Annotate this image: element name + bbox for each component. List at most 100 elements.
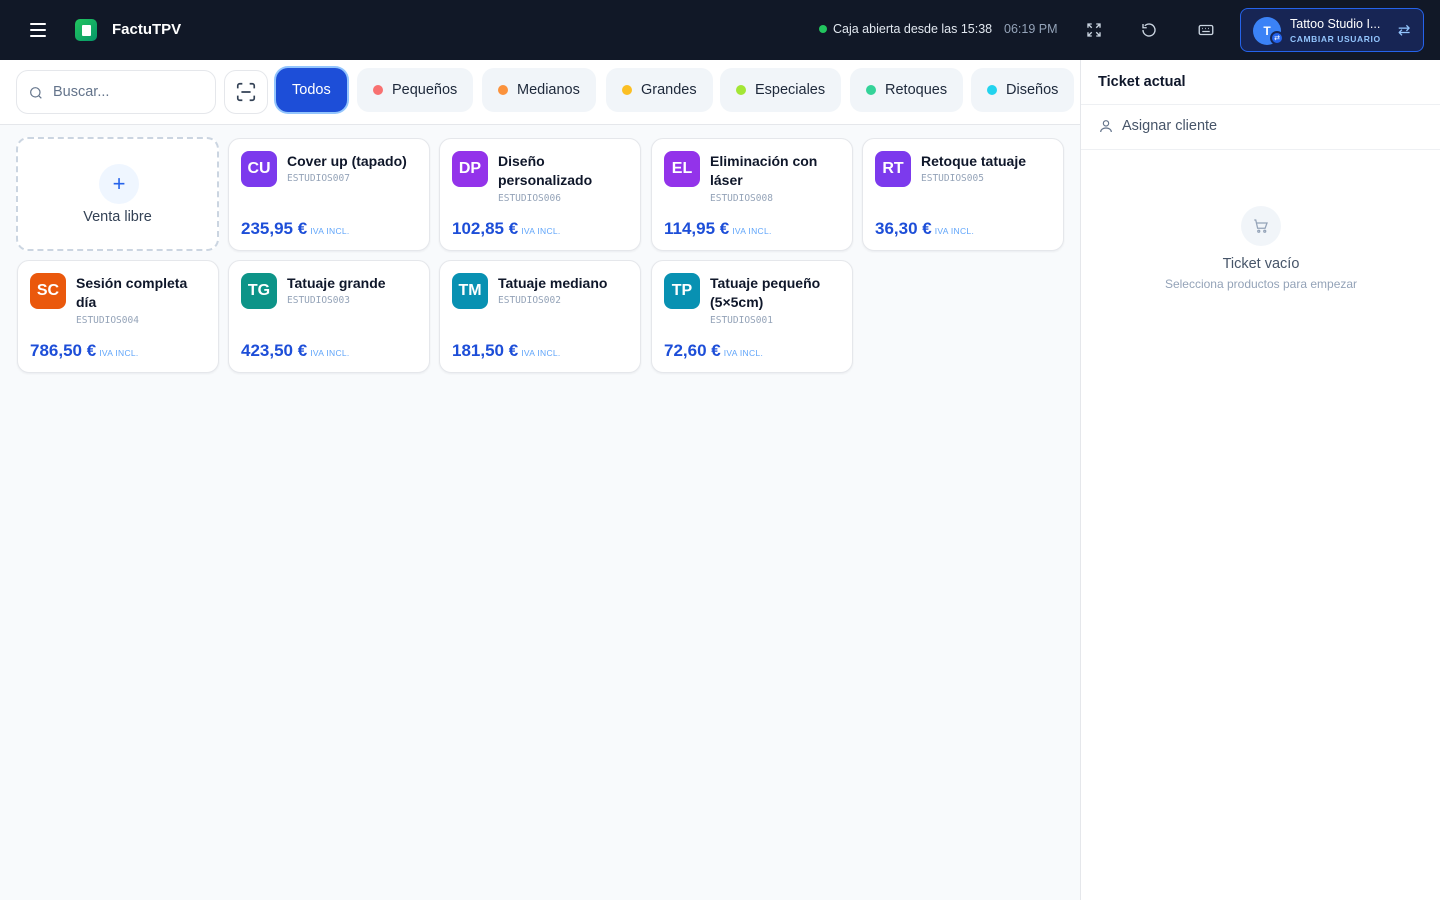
search-input[interactable]	[53, 71, 213, 113]
cart-icon	[1241, 206, 1281, 246]
category-chip-todos[interactable]: Todos	[276, 68, 347, 112]
ticket-panel: Ticket actual Asignar cliente Ticket vac…	[1080, 60, 1440, 900]
category-label: Diseños	[1006, 82, 1059, 98]
filter-bar: Todos Pequeños Medianos Grandes Especial…	[0, 60, 1080, 125]
category-label: Todos	[292, 82, 331, 98]
product-price-row: 423,50 € IVA INCL.	[241, 341, 350, 361]
category-chip-pequenos[interactable]: Pequeños	[357, 68, 474, 112]
product-name: Diseño personalizado	[498, 153, 593, 188]
product-card[interactable]: SC Sesión completa día ESTUDIOS004 786,5…	[17, 260, 219, 373]
assign-client-button[interactable]: Asignar cliente	[1098, 118, 1217, 134]
refresh-icon	[1142, 23, 1156, 37]
category-chip-especiales[interactable]: Especiales	[720, 68, 842, 112]
product-code: ESTUDIOS008	[710, 193, 773, 204]
product-card[interactable]: TM Tatuaje mediano ESTUDIOS002 181,50 € I…	[439, 260, 641, 373]
menu-icon[interactable]	[26, 19, 50, 41]
app-title: FactuTPV	[112, 21, 182, 38]
product-price-row: 181,50 € IVA INCL.	[452, 341, 561, 361]
tax-label: IVA INCL.	[934, 226, 975, 236]
assign-client-label: Asignar cliente	[1122, 118, 1218, 134]
category-color-dot	[622, 85, 632, 95]
category-color-dot	[373, 85, 383, 95]
tax-label: IVA INCL.	[310, 226, 350, 236]
user-name: Tattoo Studio I...	[1290, 17, 1381, 31]
product-avatar: TM	[452, 273, 488, 309]
divider	[1081, 149, 1440, 150]
product-name: Eliminación con láser	[710, 153, 818, 188]
product-price-row: 786,50 € IVA INCL.	[30, 341, 139, 361]
ticket-title: Ticket actual	[1098, 74, 1186, 90]
refresh-button[interactable]	[1137, 18, 1161, 42]
product-avatar: RT	[875, 151, 911, 187]
empty-ticket-title: Ticket vacío	[1222, 256, 1300, 272]
product-code: ESTUDIOS002	[498, 295, 561, 306]
product-name: Sesión completa día	[76, 275, 188, 310]
fullscreen-button[interactable]	[1082, 18, 1106, 42]
product-card[interactable]: EL Eliminación con láser ESTUDIOS008 114…	[651, 138, 853, 251]
tax-label: IVA INCL.	[723, 348, 764, 358]
product-avatar: TG	[241, 273, 277, 309]
search-icon	[30, 87, 42, 99]
product-price-row: 114,95 € IVA INCL.	[664, 219, 772, 239]
product-code: ESTUDIOS004	[76, 315, 139, 326]
product-price: 102,85 €	[452, 219, 519, 238]
product-code: ESTUDIOS001	[710, 315, 773, 326]
product-avatar: EL	[664, 151, 700, 187]
product-card[interactable]: TP Tatuaje pequeño (5×5cm) ESTUDIOS001 7…	[651, 260, 853, 373]
product-avatar: TP	[664, 273, 700, 309]
category-color-dot	[498, 85, 508, 95]
product-name: Tatuaje grande	[287, 275, 386, 291]
product-name: Tatuaje pequeño (5×5cm)	[710, 275, 821, 310]
category-label: Grandes	[641, 82, 697, 98]
barcode-scan-button[interactable]	[224, 70, 268, 114]
product-card[interactable]: TG Tatuaje grande ESTUDIOS003 423,50 € IV…	[228, 260, 430, 373]
product-card[interactable]: RT Retoque tatuaje ESTUDIOS005 36,30 € IV…	[862, 138, 1064, 251]
product-avatar: DP	[452, 151, 488, 187]
swap-arrows-icon: ⇄	[1398, 22, 1411, 39]
search-box	[16, 70, 216, 114]
fullscreen-icon	[1087, 23, 1101, 37]
category-label: Medianos	[517, 82, 580, 98]
scan-icon	[236, 82, 256, 102]
free-sale-card[interactable]: + Venta libre	[16, 137, 219, 251]
clock: 06:19 PM	[1004, 22, 1058, 36]
product-code: ESTUDIOS007	[287, 173, 350, 184]
register-status: Caja abierta desde las 15:38	[819, 22, 992, 36]
category-label: Pequeños	[392, 82, 458, 98]
category-chip-grandes[interactable]: Grandes	[606, 68, 713, 112]
category-chip-medianos[interactable]: Medianos	[482, 68, 596, 112]
tax-label: IVA INCL.	[99, 348, 139, 358]
keyboard-icon	[1198, 24, 1214, 36]
keyboard-button[interactable]	[1194, 18, 1218, 42]
top-bar: FactuTPV Caja abierta desde las 15:38 06…	[0, 0, 1440, 60]
product-name: Retoque tatuaje	[921, 153, 1027, 169]
product-price-row: 72,60 € IVA INCL.	[664, 341, 763, 361]
product-avatar: SC	[30, 273, 66, 309]
plus-icon: +	[99, 164, 139, 204]
category-label: Retoques	[885, 82, 948, 98]
tax-label: IVA INCL.	[310, 348, 350, 358]
product-code: ESTUDIOS006	[498, 193, 561, 204]
product-price: 72,60 €	[664, 341, 721, 360]
switch-badge-icon: ⇄	[1270, 31, 1284, 45]
user-icon	[1100, 120, 1112, 133]
category-color-dot	[736, 85, 746, 95]
product-card[interactable]: CU Cover up (tapado) ESTUDIOS007 235,95 …	[228, 138, 430, 251]
product-card[interactable]: DP Diseño personalizado ESTUDIOS006 102,…	[439, 138, 641, 251]
product-price: 181,50 €	[452, 341, 519, 360]
empty-ticket-subtitle: Selecciona productos para empezar	[1164, 277, 1358, 291]
app-logo-icon	[75, 19, 97, 41]
switch-user-button[interactable]: T ⇄ Tattoo Studio I... CAMBIAR USUARIO ⇄	[1240, 8, 1424, 52]
category-chip-retoques[interactable]: Retoques	[850, 68, 964, 112]
category-chip-disenos[interactable]: Diseños	[971, 68, 1075, 112]
product-price: 36,30 €	[875, 219, 932, 238]
tax-label: IVA INCL.	[521, 226, 561, 236]
status-dot-icon	[819, 25, 827, 33]
product-code: ESTUDIOS005	[921, 173, 984, 184]
tax-label: IVA INCL.	[521, 348, 561, 358]
product-price: 114,95 €	[664, 219, 730, 238]
category-color-dot	[866, 85, 876, 95]
product-name: Tatuaje mediano	[498, 275, 608, 291]
category-color-dot	[987, 85, 997, 95]
product-code: ESTUDIOS003	[287, 295, 350, 306]
